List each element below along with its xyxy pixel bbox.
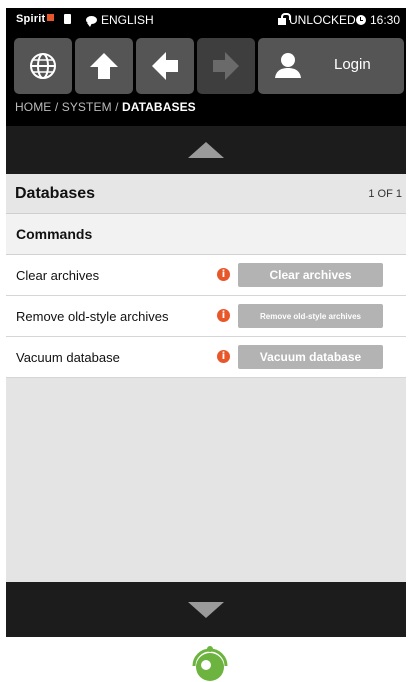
login-label: Login xyxy=(334,56,371,73)
language-button[interactable] xyxy=(14,38,72,94)
lock-status-label: UNLOCKED xyxy=(289,13,356,27)
remove-old-style-archives-button[interactable]: Remove old-style archives xyxy=(238,304,383,328)
command-label: Clear archives xyxy=(16,268,100,283)
scroll-down-button[interactable] xyxy=(6,582,406,637)
breadcrumb-home[interactable]: HOME xyxy=(15,100,51,114)
clock: 16:30 xyxy=(355,13,400,27)
breadcrumb-system[interactable]: SYSTEM xyxy=(62,100,112,114)
command-label: Vacuum database xyxy=(16,350,120,365)
status-bar: Spirit ENGLISH UNLOCKED 16:30 xyxy=(6,8,406,32)
section-title: Commands xyxy=(16,226,93,242)
info-icon[interactable]: i xyxy=(217,350,230,363)
back-button[interactable] xyxy=(136,38,194,94)
up-button[interactable] xyxy=(75,38,133,94)
globe-icon xyxy=(30,53,56,79)
brand-mark-icon xyxy=(47,14,55,21)
page-header: Databases 1 OF 1 xyxy=(6,174,406,214)
vacuum-database-button[interactable]: Vacuum database xyxy=(238,345,383,369)
triangle-down-icon xyxy=(188,601,224,618)
command-row: Vacuum database i Vacuum database xyxy=(6,337,406,378)
time-label: 16:30 xyxy=(369,13,400,27)
breadcrumb-separator: / xyxy=(111,100,122,114)
clear-archives-button[interactable]: Clear archives xyxy=(238,263,383,287)
content-panel: Databases 1 OF 1 Commands Clear archives… xyxy=(6,174,406,582)
arrow-left-icon xyxy=(152,52,178,80)
device-logo-icon xyxy=(192,646,228,681)
command-label: Remove old-style archives xyxy=(16,309,169,324)
clock-icon xyxy=(355,15,366,25)
battery-icon xyxy=(64,14,71,24)
device-screen: Spirit ENGLISH UNLOCKED 16:30 Login HOME… xyxy=(6,8,406,637)
command-row: Clear archives i Clear archives xyxy=(6,255,406,296)
lock-status[interactable]: UNLOCKED xyxy=(278,13,356,27)
triangle-up-icon xyxy=(188,142,224,158)
chat-bubble-icon xyxy=(86,16,97,27)
info-icon[interactable]: i xyxy=(217,268,230,281)
language-label: ENGLISH xyxy=(101,13,154,27)
arrow-up-icon xyxy=(90,53,118,79)
info-icon[interactable]: i xyxy=(217,309,230,322)
page-count: 1 OF 1 xyxy=(368,188,402,200)
nav-toolbar: Login xyxy=(14,38,404,94)
language-selector[interactable]: ENGLISH xyxy=(86,13,154,27)
forward-button[interactable] xyxy=(197,38,255,94)
page-title: Databases xyxy=(15,185,96,202)
breadcrumb-separator: / xyxy=(51,100,62,114)
arrow-right-icon xyxy=(213,52,239,80)
section-header: Commands xyxy=(6,214,406,255)
user-icon xyxy=(275,53,301,78)
scroll-up-button[interactable] xyxy=(6,126,406,174)
unlock-icon xyxy=(278,13,291,25)
command-row: Remove old-style archives i Remove old-s… xyxy=(6,296,406,337)
brand-label: Spirit xyxy=(16,13,55,25)
login-button[interactable]: Login xyxy=(258,38,404,94)
breadcrumb-current: DATABASES xyxy=(121,100,196,114)
breadcrumb: HOME / SYSTEM / DATABASES xyxy=(15,100,196,114)
